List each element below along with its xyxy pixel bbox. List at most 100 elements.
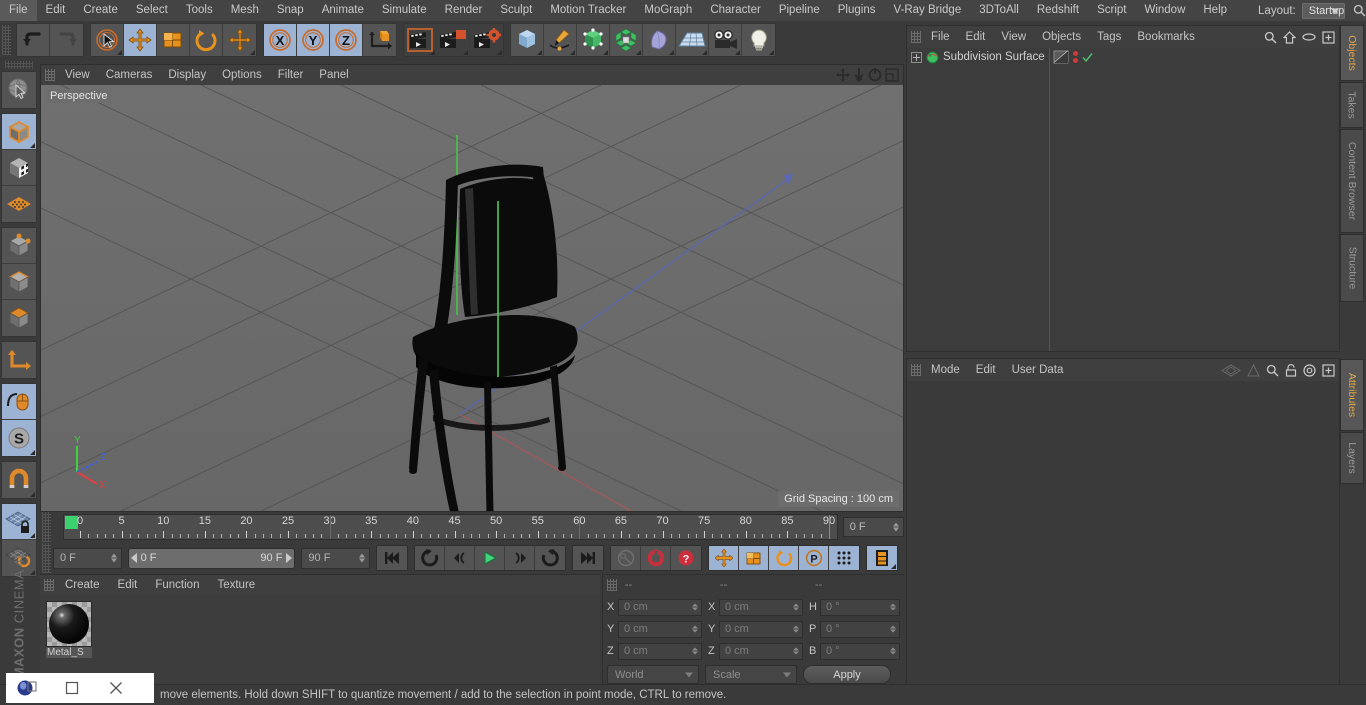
autokeying-button[interactable] bbox=[641, 546, 671, 570]
material-menu-function[interactable]: Function bbox=[146, 575, 208, 595]
menu-sculpt[interactable]: Sculpt bbox=[491, 0, 541, 21]
attribute-menu-edit[interactable]: Edit bbox=[968, 359, 1004, 381]
tab-objects[interactable]: Objects bbox=[1340, 25, 1364, 81]
restore-window-button[interactable] bbox=[6, 673, 50, 703]
live-selection-tool[interactable] bbox=[2, 72, 36, 108]
render-view[interactable] bbox=[404, 24, 437, 56]
viewport-menu-panel[interactable]: Panel bbox=[311, 65, 356, 85]
menu-vray-bridge[interactable]: V-Ray Bridge bbox=[884, 0, 970, 21]
viewport-menu-options[interactable]: Options bbox=[214, 65, 270, 85]
play-backwards-step-button[interactable] bbox=[415, 546, 445, 570]
enable-axis-modification[interactable] bbox=[2, 342, 36, 378]
add-scene-object[interactable] bbox=[643, 24, 676, 56]
current-frame-field[interactable]: 0 F bbox=[53, 547, 122, 569]
world-object-coords[interactable] bbox=[363, 24, 396, 56]
play-forwards-loop-button[interactable] bbox=[535, 546, 565, 570]
material-menu-texture[interactable]: Texture bbox=[208, 575, 264, 595]
menu-select[interactable]: Select bbox=[127, 0, 177, 21]
attribute-manager-grip[interactable] bbox=[911, 364, 921, 376]
previous-frame-button[interactable] bbox=[445, 546, 475, 570]
rotate-tool[interactable] bbox=[190, 24, 223, 56]
record-active-objects-button[interactable] bbox=[611, 546, 641, 570]
plus-box-icon[interactable] bbox=[1322, 30, 1335, 44]
lock-z-axis[interactable]: Z bbox=[330, 24, 363, 56]
rotation-p-field[interactable]: 0 ° bbox=[820, 620, 900, 638]
link-icon[interactable] bbox=[1302, 32, 1316, 42]
stepper-icon[interactable] bbox=[793, 603, 799, 611]
coord-system-dropdown[interactable]: World bbox=[607, 665, 699, 684]
expand-toggle-icon[interactable] bbox=[911, 51, 922, 63]
menu-3dtoall[interactable]: 3DToAll bbox=[970, 0, 1028, 21]
menu-file[interactable]: File bbox=[0, 0, 37, 21]
move-tool[interactable] bbox=[124, 24, 157, 56]
menu-create[interactable]: Create bbox=[74, 0, 127, 21]
transform-mode-dropdown[interactable]: Scale bbox=[705, 665, 797, 684]
tab-attributes[interactable]: Attributes bbox=[1340, 359, 1364, 431]
material-preview-thumbnail[interactable] bbox=[46, 601, 92, 647]
size-z-field[interactable]: 0 cm bbox=[719, 642, 803, 660]
object-tag-cell[interactable] bbox=[1053, 49, 1093, 65]
lock-x-axis[interactable]: X bbox=[264, 24, 297, 56]
record-scale-button[interactable] bbox=[739, 546, 769, 570]
viewport-menu-display[interactable]: Display bbox=[160, 65, 214, 85]
close-window-button[interactable] bbox=[94, 673, 138, 703]
tab-takes[interactable]: Takes bbox=[1340, 82, 1364, 128]
add-light[interactable] bbox=[742, 24, 775, 56]
lock-icon[interactable] bbox=[1285, 363, 1297, 377]
add-environment[interactable] bbox=[676, 24, 709, 56]
material-item[interactable]: Metal_S bbox=[46, 601, 94, 658]
texture-mode[interactable] bbox=[2, 150, 36, 186]
stepper-icon[interactable] bbox=[692, 625, 698, 633]
menu-motion-tracker[interactable]: Motion Tracker bbox=[541, 0, 635, 21]
render-to-picture-viewer[interactable] bbox=[437, 24, 470, 56]
dynamic-place-tool[interactable] bbox=[223, 24, 256, 56]
material-menu-edit[interactable]: Edit bbox=[109, 575, 147, 595]
position-z-field[interactable]: 0 cm bbox=[618, 642, 702, 660]
menu-character[interactable]: Character bbox=[701, 0, 770, 21]
position-x-field[interactable]: 0 cm bbox=[618, 598, 702, 616]
object-menu-objects[interactable]: Objects bbox=[1034, 26, 1089, 48]
plus-box-icon[interactable] bbox=[1322, 363, 1335, 377]
add-cube-object[interactable] bbox=[511, 24, 544, 56]
menu-mesh[interactable]: Mesh bbox=[222, 0, 268, 21]
menu-mograph[interactable]: MoGraph bbox=[635, 0, 701, 21]
edit-render-settings[interactable] bbox=[470, 24, 503, 56]
left-toolbar-grip[interactable] bbox=[5, 61, 33, 69]
record-parameter-button[interactable]: P bbox=[799, 546, 829, 570]
add-deformer[interactable] bbox=[610, 24, 643, 56]
playbar-grip[interactable] bbox=[42, 543, 51, 573]
max-frame-field[interactable]: 90 F bbox=[301, 547, 370, 569]
viewport-menu-filter[interactable]: Filter bbox=[270, 65, 312, 85]
attribute-menu-user-data[interactable]: User Data bbox=[1004, 359, 1072, 381]
timeline-ruler[interactable]: 051015202530354045505560657075808590 bbox=[63, 514, 838, 540]
viewport-menu-cameras[interactable]: Cameras bbox=[98, 65, 161, 85]
menu-help[interactable]: Help bbox=[1194, 0, 1236, 21]
timeline-frame-field[interactable]: 0 F bbox=[842, 517, 904, 537]
model-mode[interactable] bbox=[2, 114, 36, 150]
search-icon[interactable] bbox=[1264, 31, 1277, 44]
uv-mode[interactable] bbox=[2, 186, 36, 222]
lock-y-axis[interactable]: Y bbox=[297, 24, 330, 56]
home-icon[interactable] bbox=[1283, 30, 1296, 44]
layout-select[interactable]: Startup bbox=[1301, 2, 1346, 19]
workplane-mode[interactable]: S bbox=[2, 420, 36, 456]
viewport-grip[interactable] bbox=[45, 69, 55, 81]
coordinates-manager-grip[interactable] bbox=[607, 579, 617, 591]
play-button[interactable] bbox=[475, 546, 505, 570]
stepper-icon[interactable] bbox=[359, 553, 365, 563]
attribute-menu-mode[interactable]: Mode bbox=[923, 359, 968, 381]
rotate-view-icon[interactable] bbox=[868, 68, 882, 82]
material-menu-create[interactable]: Create bbox=[56, 575, 109, 595]
triangle-icon[interactable] bbox=[1247, 363, 1260, 377]
position-y-field[interactable]: 0 cm bbox=[618, 620, 702, 638]
record-pla-button[interactable] bbox=[829, 546, 859, 570]
target-icon[interactable] bbox=[1303, 363, 1316, 377]
object-manager-grip[interactable] bbox=[911, 31, 921, 43]
add-generator[interactable] bbox=[577, 24, 610, 56]
scale-tool[interactable] bbox=[157, 24, 190, 56]
menu-simulate[interactable]: Simulate bbox=[373, 0, 436, 21]
search-icon[interactable] bbox=[1266, 364, 1279, 377]
stepper-icon[interactable] bbox=[893, 522, 899, 532]
attribute-content-area[interactable] bbox=[907, 381, 1339, 685]
move-view-icon[interactable] bbox=[836, 68, 850, 82]
